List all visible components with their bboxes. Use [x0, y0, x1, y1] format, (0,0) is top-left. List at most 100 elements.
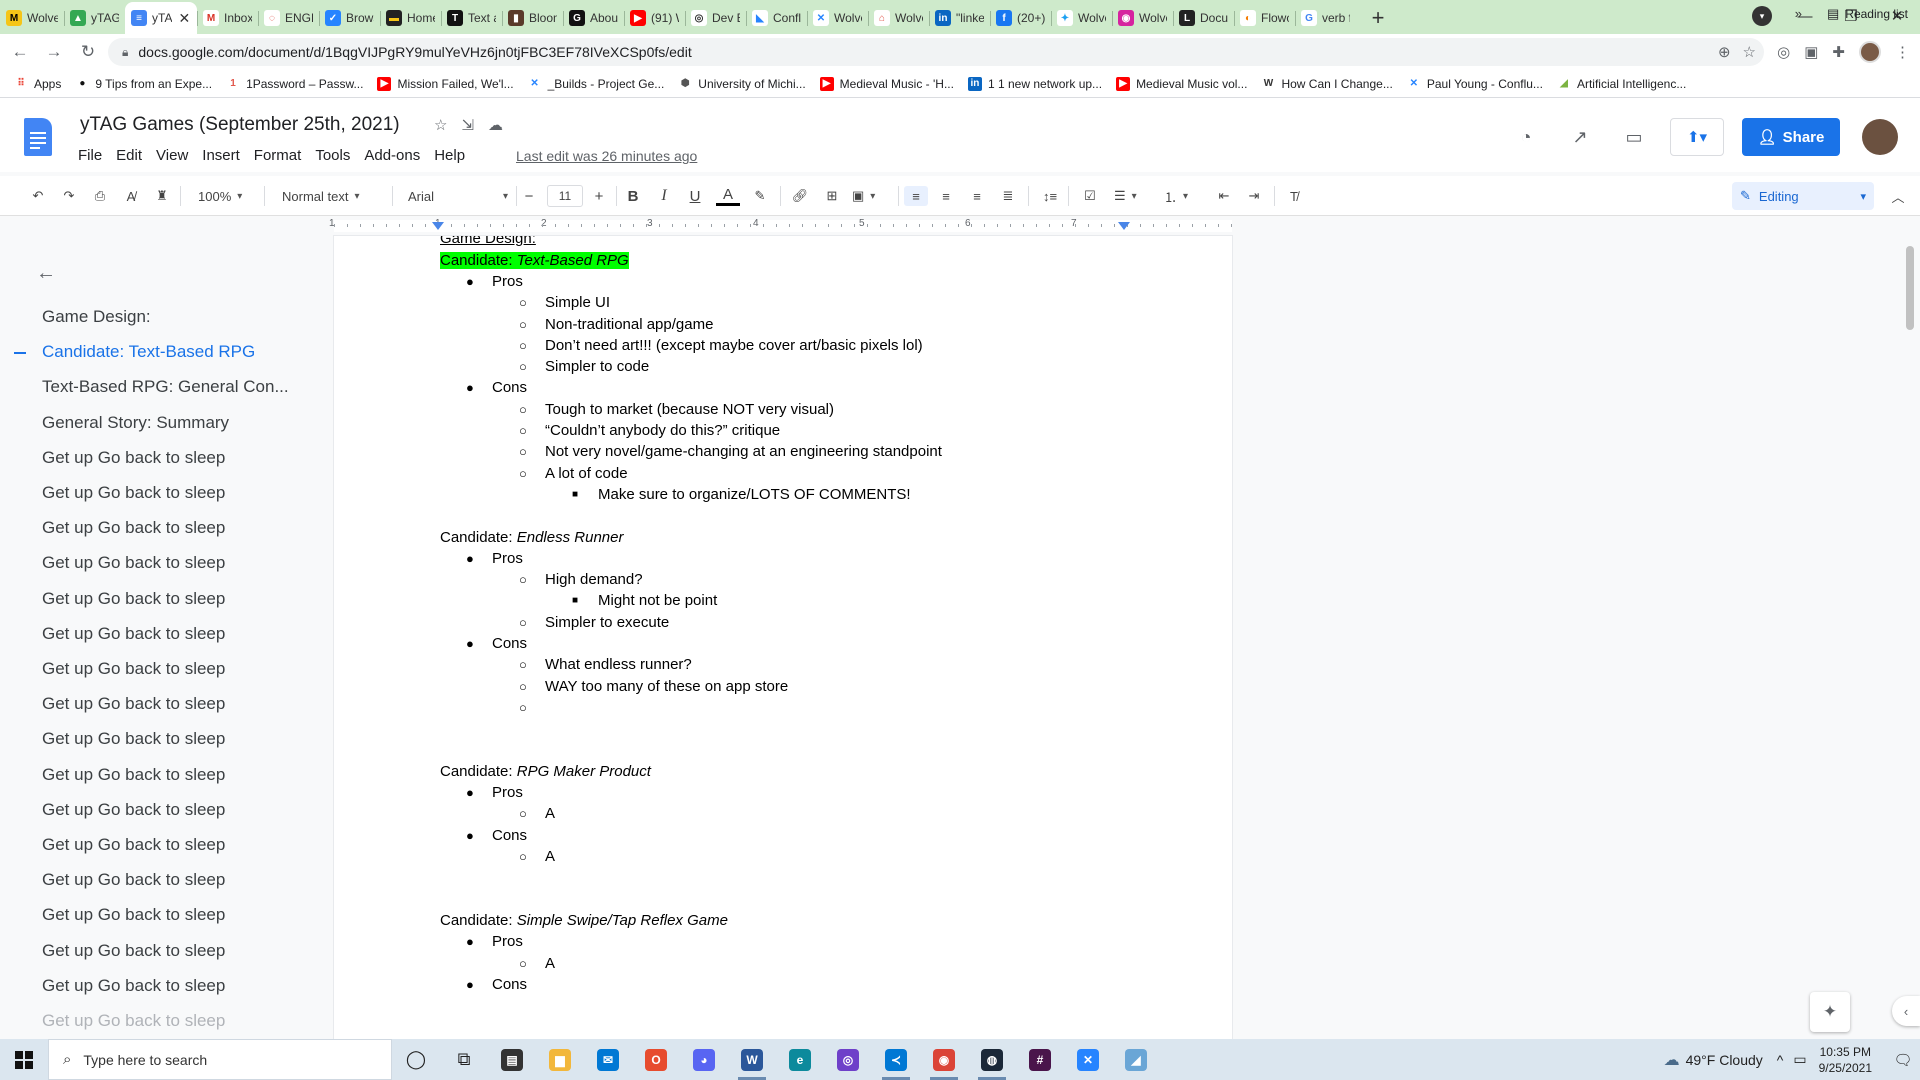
bookmark-item[interactable]: ✕ Paul Young - Conflu...: [1406, 76, 1543, 91]
list-item[interactable]: Cons: [492, 635, 527, 652]
list-item[interactable]: Simpler to execute: [545, 614, 669, 631]
reload-icon[interactable]: ↻: [74, 38, 102, 66]
battery-icon[interactable]: ▭: [1793, 1051, 1806, 1068]
new-tab-icon[interactable]: +: [1362, 2, 1394, 34]
outline-item[interactable]: Get up Go back to sleep: [42, 624, 225, 644]
zoom-icon[interactable]: ⊕: [1718, 43, 1731, 61]
menu-format[interactable]: Format: [254, 147, 302, 164]
browser-tab[interactable]: Gverb fc: [1295, 2, 1356, 34]
taskbar-notepad-button[interactable]: ◢: [1112, 1039, 1160, 1080]
outline-item[interactable]: Get up Go back to sleep: [42, 659, 225, 679]
highlight-color-icon[interactable]: ✎: [750, 186, 770, 206]
outline-item[interactable]: Get up Go back to sleep: [42, 589, 225, 609]
list-item[interactable]: Cons: [492, 379, 527, 396]
editing-mode-select[interactable]: ✎ Editing: [1732, 182, 1874, 210]
bookmark-item[interactable]: ✕ _Builds - Project Ge...: [527, 76, 664, 91]
tab-search-icon[interactable]: ▾: [1752, 6, 1772, 26]
outline-item[interactable]: Get up Go back to sleep: [42, 729, 225, 749]
insert-image-icon[interactable]: ▣: [852, 186, 875, 206]
bold-icon[interactable]: B: [624, 186, 642, 206]
outline-item[interactable]: Get up Go back to sleep: [42, 976, 225, 996]
address-bar[interactable]: 🔒︎ docs.google.com/document/d/1BqgVIJPgR…: [108, 38, 1764, 66]
undo-icon[interactable]: ↶: [28, 186, 48, 206]
bookmark-item[interactable]: ◢ Artificial Intelligenc...: [1556, 76, 1686, 91]
redo-icon[interactable]: ↷: [59, 186, 79, 206]
outline-item[interactable]: Get up Go back to sleep: [42, 483, 225, 503]
spellcheck-icon[interactable]: A̸: [121, 186, 141, 206]
taskbar-chrome-button[interactable]: ◉: [920, 1039, 968, 1080]
browser-tab[interactable]: ◣ Conflu: [746, 2, 807, 34]
profile-avatar[interactable]: [1859, 41, 1881, 63]
bookmarks-overflow-icon[interactable]: »: [1795, 6, 1802, 21]
candidate-heading[interactable]: Candidate: Text-Based RPG: [440, 251, 629, 269]
insert-link-icon[interactable]: 🔗︎: [790, 186, 810, 206]
present-button[interactable]: ⬆▾: [1670, 118, 1724, 156]
taskbar-cortana-button[interactable]: ◯: [392, 1039, 440, 1080]
tab-close-icon[interactable]: ✕: [178, 10, 190, 27]
paint-format-icon[interactable]: ♜: [152, 186, 172, 206]
bookmark-item[interactable]: ⬢ University of Michi...: [678, 76, 806, 91]
browser-tab[interactable]: G About: [563, 2, 624, 34]
right-indent-marker[interactable]: [1118, 222, 1130, 230]
outline-item[interactable]: Get up Go back to sleep: [42, 553, 225, 573]
text-color-icon[interactable]: A: [716, 186, 740, 206]
underline-icon[interactable]: U: [686, 186, 704, 206]
italic-icon[interactable]: I: [655, 186, 673, 206]
account-avatar[interactable]: [1862, 119, 1898, 155]
outline-item[interactable]: Get up Go back to sleep: [42, 518, 225, 538]
list-item[interactable]: Simpler to code: [545, 358, 649, 375]
bookmark-item[interactable]: in 1 1 new network up...: [967, 76, 1102, 91]
bookmark-item[interactable]: W How Can I Change...: [1261, 76, 1393, 91]
menu-edit[interactable]: Edit: [116, 147, 142, 164]
list-item[interactable]: Non-traditional app/game: [545, 316, 713, 333]
candidate-heading[interactable]: Candidate: Endless Runner: [440, 529, 623, 546]
bookmark-item[interactable]: ⠿ Apps: [14, 76, 61, 91]
document-title[interactable]: yTAG Games (September 25th, 2021): [80, 114, 400, 136]
start-button[interactable]: [0, 1039, 48, 1080]
taskbar-file-explorer-button[interactable]: ▆: [536, 1039, 584, 1080]
taskbar-office-button[interactable]: O: [632, 1039, 680, 1080]
browser-tab[interactable]: ◎ Dev Bl: [685, 2, 746, 34]
browser-tab[interactable]: ▲ yTAG G: [64, 2, 125, 34]
browser-tab[interactable]: in "linke: [929, 2, 990, 34]
list-item[interactable]: What endless runner?: [545, 656, 692, 673]
left-indent-marker[interactable]: [432, 222, 444, 230]
paragraph-style-select[interactable]: Normal text: [282, 186, 360, 206]
list-item[interactable]: A: [545, 805, 555, 822]
list-item[interactable]: Tough to market (because NOT very visual…: [545, 401, 834, 418]
browser-tab[interactable]: ◌ ENGR: [258, 2, 319, 34]
zoom-select[interactable]: 100%: [198, 186, 242, 206]
forward-arrow-icon[interactable]: →: [40, 38, 68, 66]
list-item[interactable]: A: [545, 955, 555, 972]
collapse-menus-icon[interactable]: ︿: [1888, 186, 1908, 206]
align-right-icon[interactable]: ≡: [967, 186, 987, 206]
list-item[interactable]: Cons: [492, 976, 527, 993]
outline-item[interactable]: Get up Go back to sleep: [42, 1011, 225, 1031]
list-item[interactable]: Pros: [492, 273, 523, 290]
bookmark-item[interactable]: 1 1Password – Passw...: [226, 76, 363, 91]
browser-tab[interactable]: M Wolve: [0, 2, 64, 34]
menu-tools[interactable]: Tools: [315, 147, 350, 164]
weather-cloud-icon[interactable]: ☁: [1664, 1050, 1680, 1070]
font-family-select[interactable]: Arial: [408, 186, 508, 206]
taskbar-edge-button[interactable]: e: [776, 1039, 824, 1080]
list-item[interactable]: Pros: [492, 784, 523, 801]
clock[interactable]: 10:35 PM 9/25/2021: [1819, 1044, 1872, 1076]
bookmark-item[interactable]: ▶ Medieval Music vol...: [1116, 76, 1247, 91]
taskbar-word-button[interactable]: W: [728, 1039, 776, 1080]
browser-tab[interactable]: T Text a: [441, 2, 502, 34]
add-comment-icon[interactable]: ⊞: [822, 186, 842, 206]
list-item[interactable]: Don’t need art!!! (except maybe cover ar…: [545, 337, 923, 354]
checklist-icon[interactable]: ☑: [1080, 186, 1100, 206]
browser-tab[interactable]: ◉ Wolve: [1112, 2, 1173, 34]
bookmark-item[interactable]: ● 9 Tips from an Expe...: [75, 76, 212, 91]
extension-1password-icon[interactable]: ◎: [1777, 43, 1790, 61]
list-item[interactable]: Simple UI: [545, 294, 610, 311]
taskbar-slack-button[interactable]: #: [1016, 1039, 1064, 1080]
close-outline-arrow-icon[interactable]: ←: [36, 262, 56, 285]
outline-item[interactable]: Get up Go back to sleep: [42, 835, 225, 855]
justify-icon[interactable]: ≣: [998, 186, 1018, 206]
comments-icon[interactable]: ▭: [1616, 119, 1652, 155]
docs-logo-icon[interactable]: [24, 118, 52, 156]
outline-item[interactable]: Get up Go back to sleep: [42, 870, 225, 890]
